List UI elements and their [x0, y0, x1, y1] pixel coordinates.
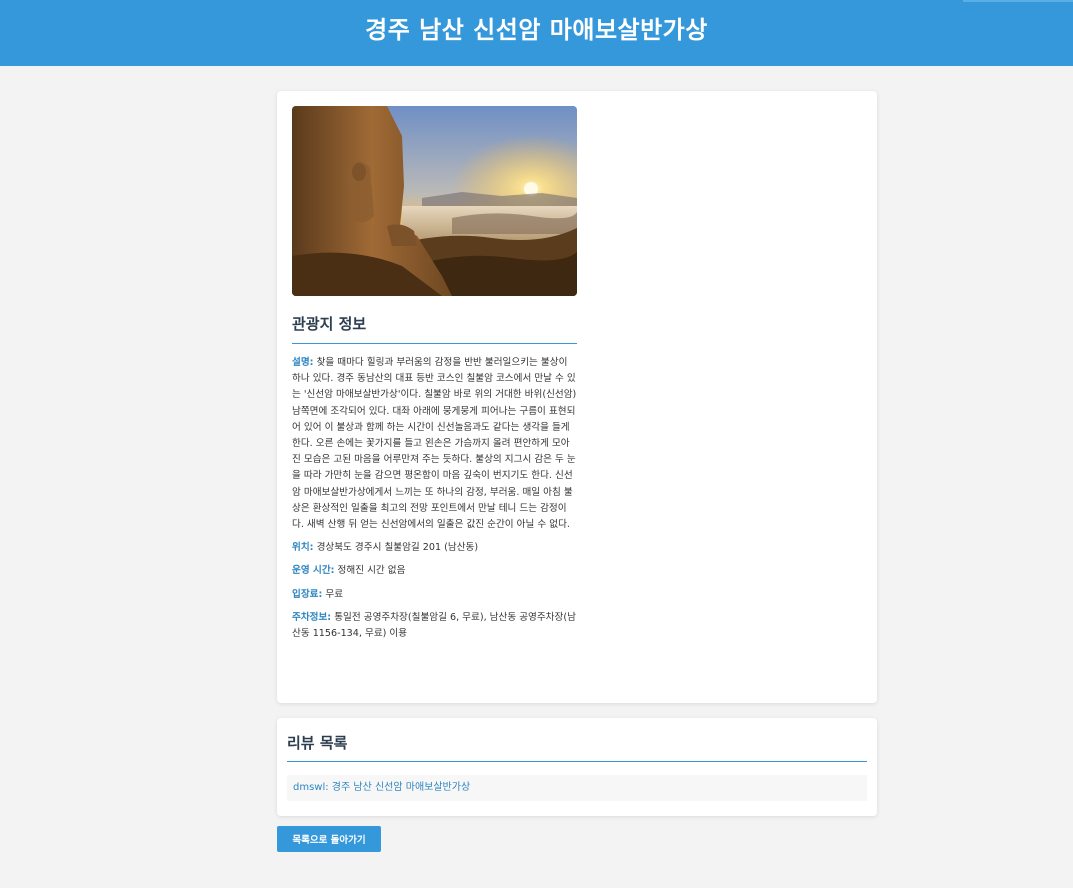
location-label: 위치:: [292, 542, 314, 554]
page-title: 경주 남산 신선암 마애보살반가상: [365, 15, 708, 44]
fee-label: 입장료:: [292, 588, 323, 600]
reviews-card: 리뷰 목록 dmswl: 경주 남산 신선암 마애보살반가상: [277, 718, 877, 816]
hours-text: 정해진 시간 없음: [337, 565, 406, 577]
review-item[interactable]: dmswl: 경주 남산 신선암 마애보살반가상: [287, 775, 867, 801]
hours-label: 운영 시간:: [292, 565, 335, 577]
attraction-photo: [292, 106, 577, 296]
description-text: 찾을 때마다 힐링과 부러움의 감정을 반반 불러일으키는 불상이 하나 있다.…: [292, 357, 577, 531]
fee-text: 무료: [325, 588, 344, 600]
description-label: 설명:: [292, 357, 314, 368]
parking-label: 주차정보:: [292, 611, 332, 623]
parking-text: 통일전 공영주차장(칠불암길 6, 무료), 남산동 공영주차장(남산동 115…: [292, 611, 576, 640]
section-title-info: 관광지 정보: [292, 313, 577, 344]
info-card: 관광지 정보 설명: 찾을 때마다 힐링과 부러움의 감정을 반반 불러일으키는…: [277, 91, 877, 703]
header-strip: [963, 0, 1073, 2]
info-fee: 입장료: 무료: [292, 587, 577, 603]
reviews-title: 리뷰 목록: [287, 730, 867, 762]
location-text: 경상북도 경주시 칠불암길 201 (남산동): [316, 542, 479, 554]
page-header: 경주 남산 신선암 마애보살반가상: [0, 0, 1073, 66]
info-parking: 주차정보: 통일전 공영주차장(칠불암길 6, 무료), 남산동 공영주차장(남…: [292, 610, 577, 642]
info-description: 설명: 찾을 때마다 힐링과 부러움의 감정을 반반 불러일으키는 불상이 하나…: [292, 355, 577, 533]
back-to-list-button[interactable]: 목록으로 돌아가기: [277, 826, 381, 852]
info-hours: 운영 시간: 정해진 시간 없음: [292, 563, 577, 579]
info-location: 위치: 경상북도 경주시 칠불암길 201 (남산동): [292, 540, 577, 556]
